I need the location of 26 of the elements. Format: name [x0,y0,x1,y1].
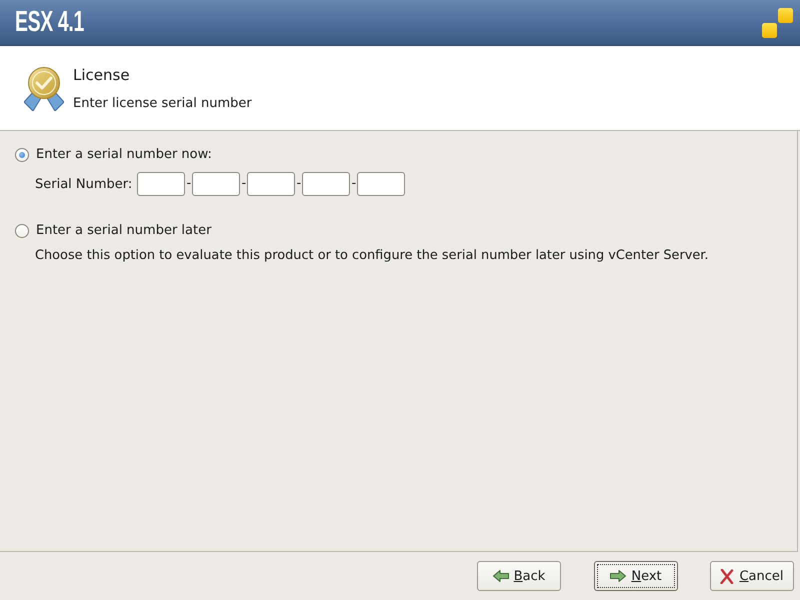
cancel-button[interactable]: Cancel [710,561,794,591]
serial-field[interactable] [247,172,296,196]
serial-field[interactable] [302,172,350,196]
page-subtitle: Enter license serial number [73,96,252,112]
option-description: Choose this option to evaluate this product or to configure the serial number later using vCenter Server. [35,248,709,263]
arrow-left-icon [492,570,509,582]
radio-button[interactable] [15,148,29,162]
back-button[interactable]: Back [477,561,561,591]
arrow-right-icon [610,570,626,582]
product-title: ESX 4.1 [15,6,84,39]
serial-field[interactable] [192,172,240,196]
separator-text: - [350,175,358,193]
serial-field[interactable] [357,172,406,196]
page-title: License [73,66,130,84]
separator-text: - [240,175,248,193]
field-label: Serial Number: [35,176,132,192]
separator-text: - [295,175,302,193]
cross-icon [720,568,734,584]
serial-field[interactable] [137,172,186,196]
logo-icon [762,8,793,38]
separator-text: - [185,175,192,193]
option-label[interactable]: Enter a serial number now: [36,146,212,164]
next-button[interactable]: Next [594,561,678,591]
option-label[interactable]: Enter a serial number later [36,222,212,240]
medal-icon [24,67,64,111]
radio-button[interactable] [15,224,29,238]
